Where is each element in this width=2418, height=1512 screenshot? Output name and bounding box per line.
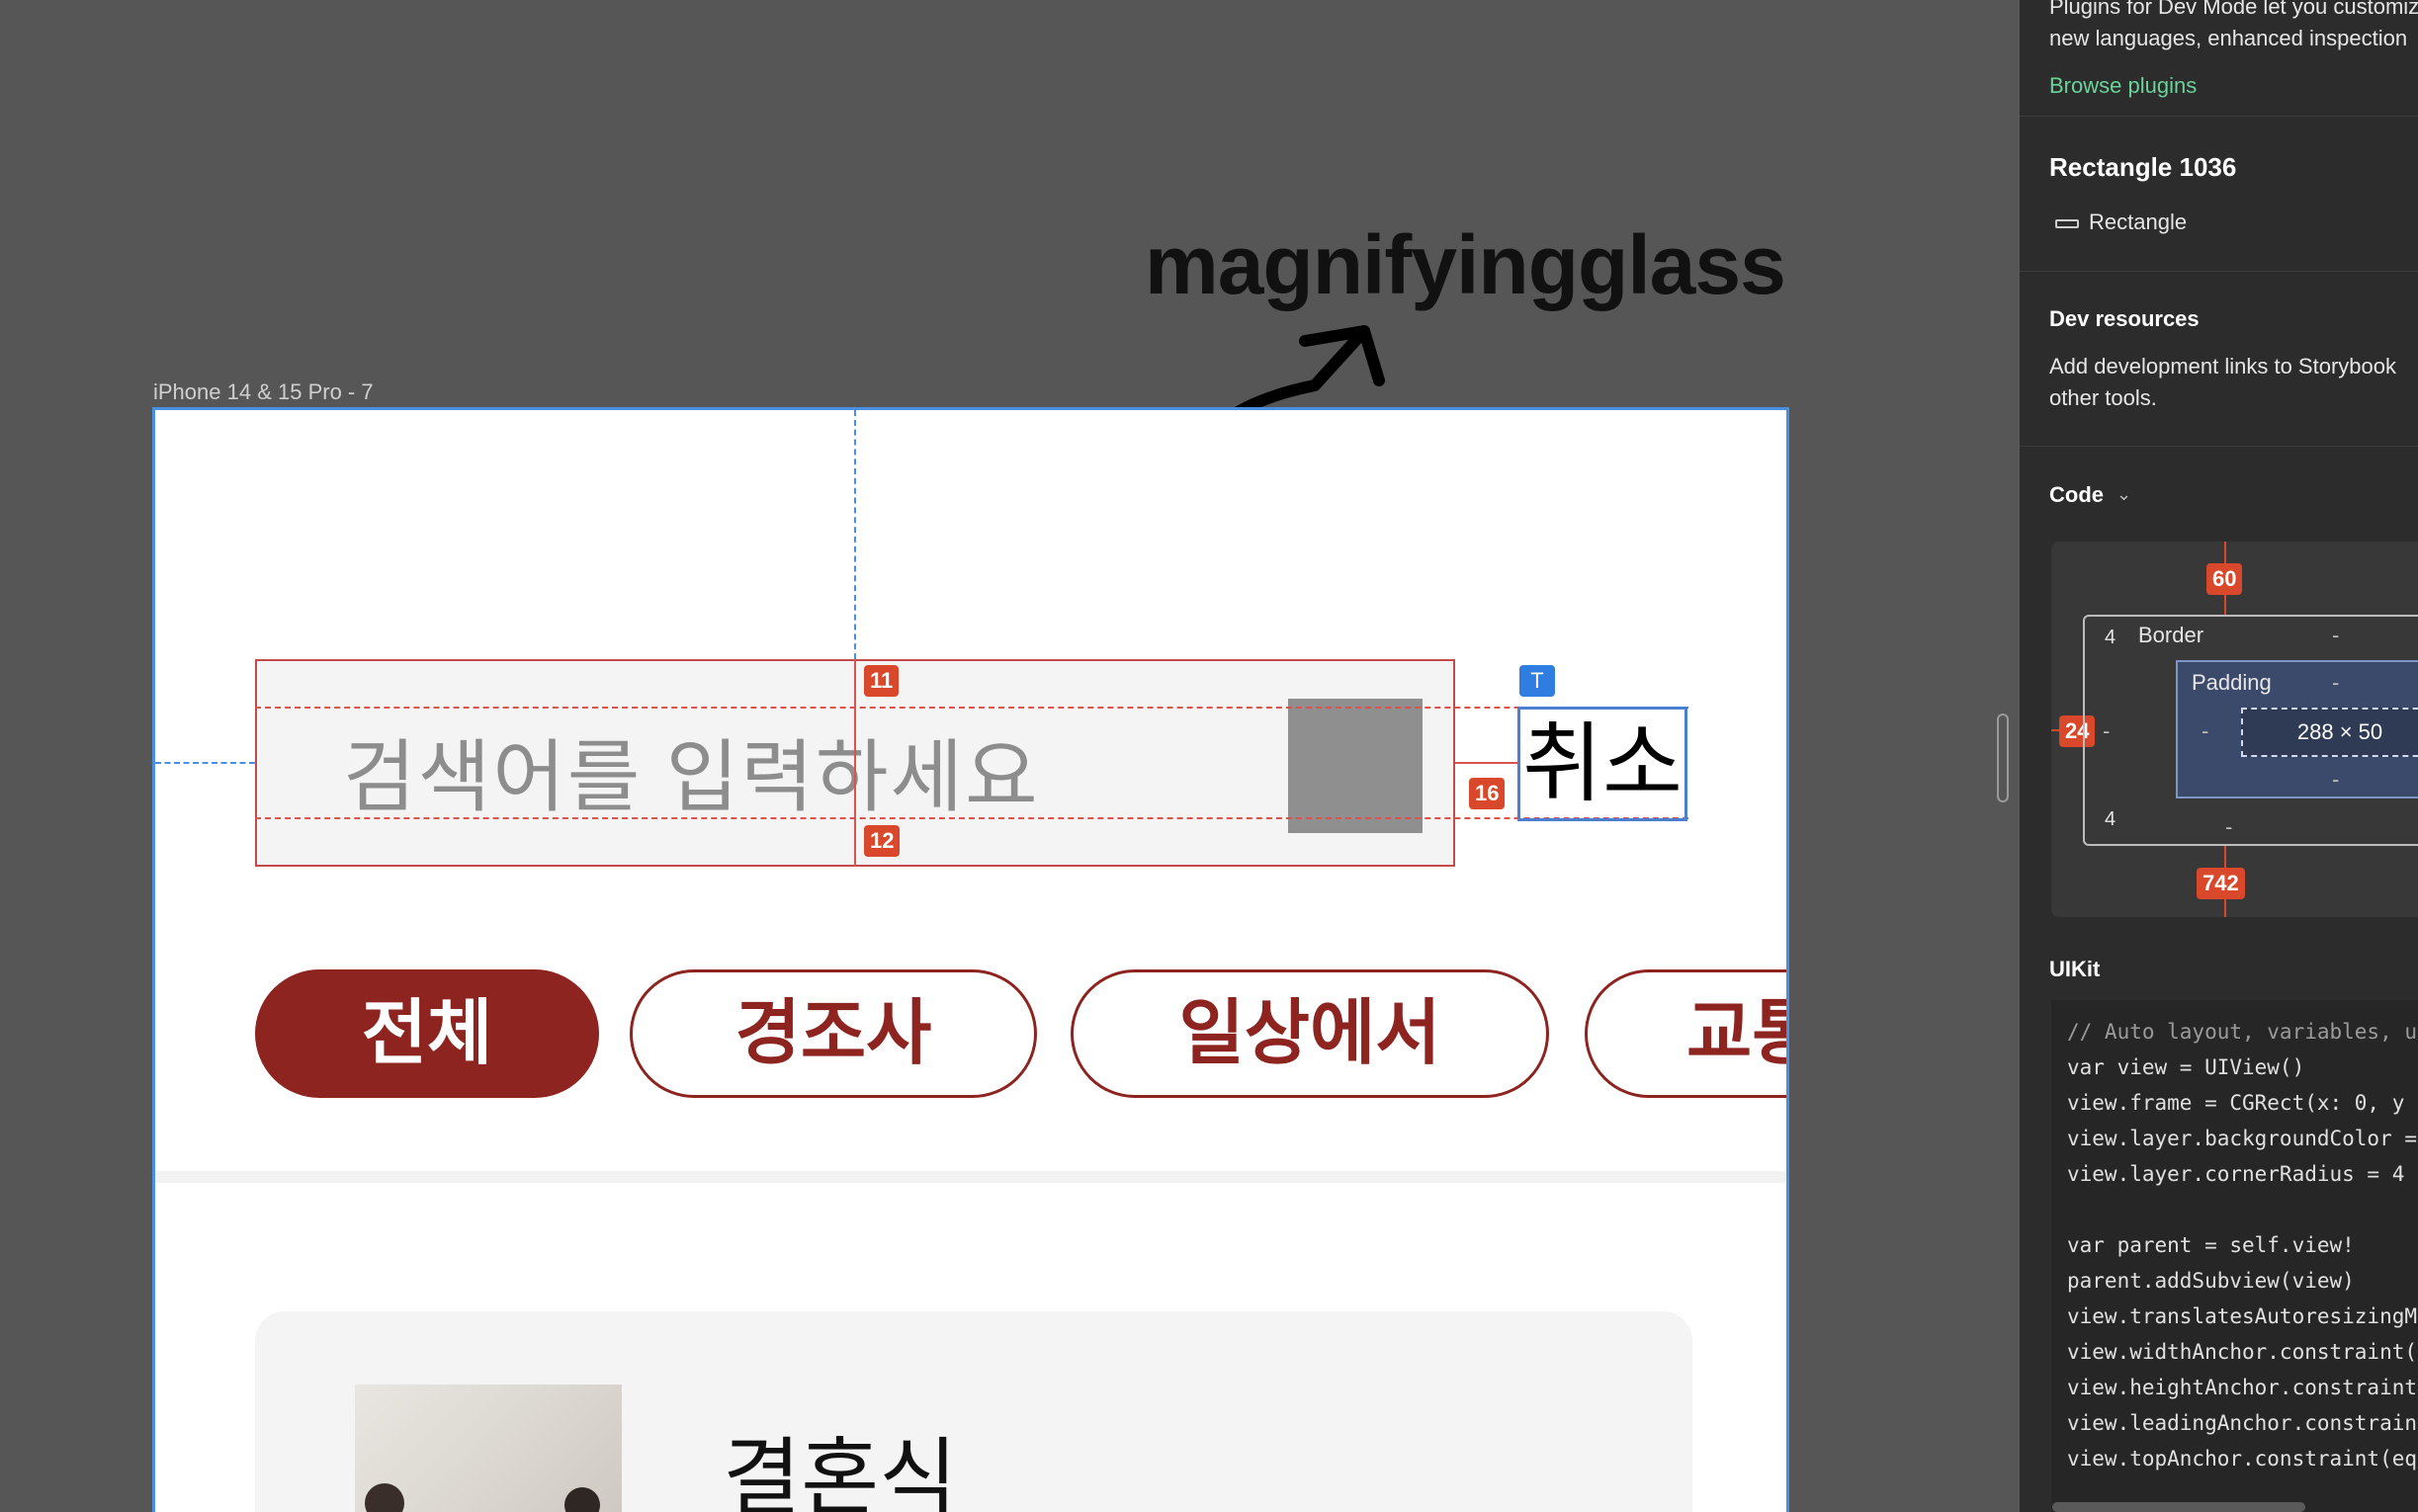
plugins-description-1: Plugins for Dev Mode let you customize: [2049, 0, 2418, 19]
chip-occasions[interactable]: 경조사: [630, 969, 1037, 1098]
guide-bottom: [255, 817, 1688, 819]
guide-top: [255, 707, 1688, 709]
guide-vertical-measure: [854, 659, 856, 867]
code-scrollbar[interactable]: [2052, 1502, 2305, 1512]
padding-value: -: [2332, 670, 2340, 695]
layer-type: Rectangle: [2089, 210, 2188, 234]
inspector-panel: Plugins for Dev Mode let you customize n…: [2020, 0, 2418, 1512]
frame-label[interactable]: iPhone 14 & 15 Pro - 7: [153, 379, 374, 405]
guide-vertical: [854, 410, 856, 659]
divider: [2020, 116, 2418, 117]
chip-all[interactable]: 전체: [255, 969, 599, 1098]
iphone-frame[interactable]: 검색어를 입력하세요 11 12 16 T 취소 전체 경조사 일상에서 교통 …: [152, 407, 1789, 1512]
box-model-size: 288 × 50: [2241, 708, 2418, 757]
padding-bottom-value: -: [2332, 767, 2340, 792]
box-model-top: 60: [2206, 563, 2243, 595]
code-block[interactable]: // Auto layout, variables, u var view = …: [2051, 1000, 2418, 1512]
padding-left-value: -: [2202, 718, 2209, 743]
dev-resources-description-1: Add development links to Storybook: [2049, 354, 2396, 378]
box-model-bottom: 742: [2197, 868, 2245, 899]
card-photo-people: [365, 1483, 600, 1512]
code-line: view.widthAnchor.constraint(: [2067, 1340, 2418, 1364]
code-line: view.topAnchor.constraint(eq: [2067, 1447, 2418, 1470]
browse-plugins-link[interactable]: Browse plugins: [2049, 73, 2197, 99]
guide-left: [155, 762, 255, 764]
code-section-title[interactable]: Code: [2049, 482, 2104, 508]
border-left-value: -: [2103, 718, 2111, 743]
design-canvas[interactable]: magnifyingglass iPhone 14 & 15 Pro - 7 검…: [0, 0, 2020, 1512]
dev-resources-title: Dev resources: [2049, 306, 2200, 331]
padding-label: Padding: [2192, 670, 2272, 695]
plugins-description-2: new languages, enhanced inspection: [2049, 26, 2408, 50]
section-divider: [155, 1171, 1786, 1183]
guide-gap-measure: [1455, 762, 1517, 764]
uikit-title: UIKit: [2049, 957, 2101, 981]
measure-badge-gap: 16: [1469, 778, 1506, 809]
annotation-label: magnifyingglass: [1145, 218, 1786, 311]
measure-badge-top: 11: [864, 665, 900, 697]
layer-name: Rectangle 1036: [2049, 152, 2237, 182]
border-bottom-value: 4: [2105, 808, 2116, 830]
code-line: view.leadingAnchor.constrain: [2067, 1411, 2418, 1435]
panel-resize-handle[interactable]: [1997, 714, 2009, 802]
outer-bottom-value: -: [2225, 814, 2233, 839]
code-line: var view = UIView(): [2067, 1055, 2305, 1079]
magnifyingglass-icon[interactable]: [1288, 699, 1423, 833]
code-line: view.translatesAutoresizingM: [2067, 1304, 2418, 1328]
chip-traffic[interactable]: 교통: [1585, 969, 1786, 1098]
code-line: view.layer.backgroundColor =: [2067, 1127, 2418, 1150]
card-title: 결혼식: [723, 1431, 958, 1512]
code-line: view.heightAnchor.constraint: [2067, 1376, 2418, 1399]
border-value: -: [2332, 623, 2340, 647]
chevron-down-icon[interactable]: ⌄: [2116, 484, 2131, 505]
cancel-button[interactable]: 취소: [1517, 707, 1687, 821]
code-line: parent.addSubview(view): [2067, 1269, 2355, 1293]
rectangle-icon: [2055, 219, 2079, 228]
code-line: // Auto layout, variables, u: [2067, 1020, 2418, 1044]
code-line: var parent = self.view!: [2067, 1233, 2355, 1257]
measure-badge-bottom: 12: [864, 825, 901, 857]
search-placeholder: 검색어를 입력하세요: [343, 733, 1040, 821]
code-line: view.frame = CGRect(x: 0, y: [2067, 1091, 2405, 1115]
border-top-value: 4: [2105, 627, 2116, 648]
border-label: Border: [2138, 623, 2204, 647]
divider: [2020, 271, 2418, 272]
dev-resources-description-2: other tools.: [2049, 385, 2157, 410]
text-layer-icon: T: [1519, 665, 1555, 697]
card-thumbnail: [355, 1385, 622, 1512]
divider: [2020, 446, 2418, 447]
code-line: view.layer.cornerRadius = 4: [2067, 1162, 2405, 1186]
chip-daily[interactable]: 일상에서: [1071, 969, 1549, 1098]
